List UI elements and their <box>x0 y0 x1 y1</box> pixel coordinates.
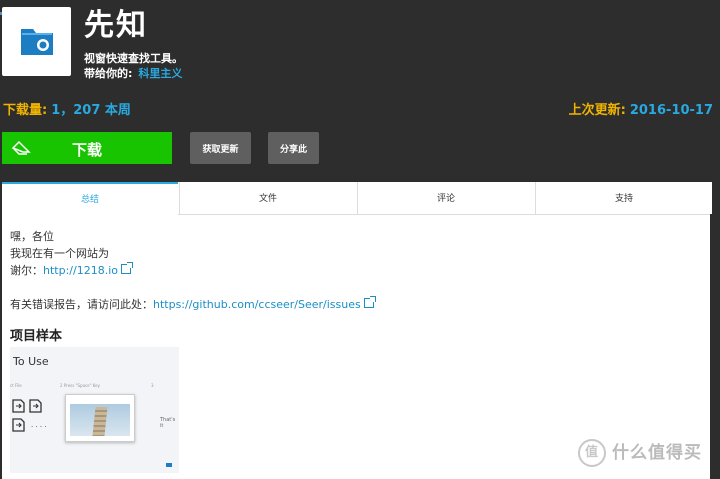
tab-bar: 总结 文件 评论 支持 <box>2 182 712 216</box>
sample-note-4: That's it <box>160 417 176 429</box>
sample-dots: · · · · <box>31 423 47 431</box>
sample-note-1: ct File <box>10 383 22 388</box>
tab-reviews[interactable]: 评论 <box>357 182 534 214</box>
sample-note-3: 3 <box>151 383 154 388</box>
download-count: 下载量: 1，207 本周 <box>3 99 131 118</box>
download-button-label: 下载 <box>72 142 103 159</box>
samples-heading: 项目样本 <box>10 329 63 344</box>
sample-screenshot[interactable]: To Use ct File 2 Press "Space" Key 3 · ·… <box>10 347 179 473</box>
share-button[interactable]: 分享此 <box>268 132 319 164</box>
watermark-icon: 值 <box>578 439 606 467</box>
summary-line-2: 我现在有一个网站为 <box>10 247 109 260</box>
tab-support[interactable]: 支持 <box>535 182 712 214</box>
download-button[interactable]: 下载 <box>2 132 172 164</box>
summary-content: 嘿，各位 我现在有一个网站为 谢尔：http://1218.io 有关错误报告，… <box>10 228 376 313</box>
app-description: 视窗快速查找工具。 <box>84 52 183 65</box>
tab-summary[interactable]: 总结 <box>2 182 178 216</box>
folder-icon <box>21 29 53 55</box>
last-update-value: 2016-10-17 <box>629 103 713 118</box>
sample-marker <box>166 463 172 467</box>
external-link-icon <box>363 296 376 308</box>
bug-report-text: 有关错误报告，请访问此处： <box>10 298 153 311</box>
get-updates-button[interactable]: 获取更新 <box>190 132 251 164</box>
app-icon <box>2 7 71 76</box>
tab-files[interactable]: 文件 <box>179 182 356 214</box>
author-link[interactable]: 科里主义 <box>138 67 182 80</box>
author-label: 带给你的: <box>84 67 133 80</box>
download-icon <box>11 140 31 155</box>
sample-preview-window <box>65 394 135 442</box>
last-update-label: 上次更新: <box>568 103 626 118</box>
sample-note-2: 2 Press "Space" Key <box>60 383 101 388</box>
tower-image <box>70 404 130 436</box>
site-link[interactable]: http://1218.io <box>43 264 118 277</box>
site-line: 谢尔：http://1218.io <box>10 262 374 279</box>
external-link-icon <box>120 262 133 274</box>
details-panel: 总结 文件 评论 支持 嘿，各位 我现在有一个网站为 谢尔：http://121… <box>2 182 712 479</box>
download-count-label: 下载量: <box>3 103 48 118</box>
last-update: 上次更新: 2016-10-17 <box>569 99 713 118</box>
sample-title: To Use <box>13 355 49 368</box>
watermark-text: 什么值得买 <box>612 443 702 463</box>
watermark: 值什么值得买 <box>578 438 702 467</box>
author-line: 带给你的: 科里主义 <box>84 65 182 81</box>
app-title: 先知 <box>84 8 148 43</box>
bug-report-line: 有关错误报告，请访问此处：https://github.com/ccseer/S… <box>10 296 376 313</box>
site-label: 谢尔： <box>10 264 43 277</box>
download-count-value: 1，207 本周 <box>51 103 131 118</box>
summary-line-1: 嘿，各位 <box>10 230 54 243</box>
bug-report-link[interactable]: https://github.com/ccseer/Seer/issues <box>153 298 361 311</box>
top-strip <box>0 0 60 15</box>
